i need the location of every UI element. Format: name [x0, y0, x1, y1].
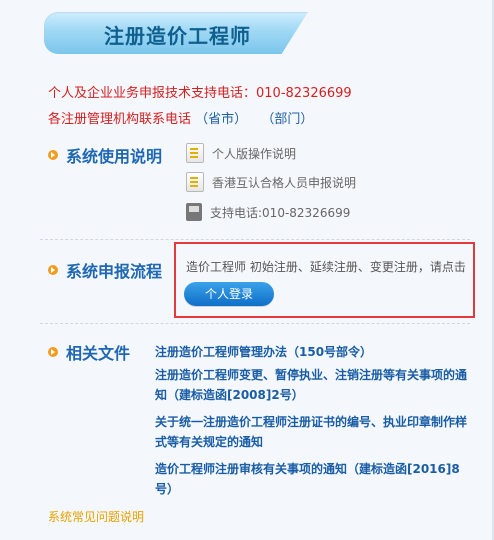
flow-section-title: 系统申报流程 — [48, 258, 162, 282]
flow-instruction-text: 造价工程师 初始注册、延续注册、变更注册，请点击 — [186, 260, 466, 274]
usage-section-title: 系统使用说明 — [48, 143, 162, 167]
agency-contact-line: 各注册管理机构联系电话 （省市） （部门） — [48, 108, 313, 127]
file-link-regulation[interactable]: 注册造价工程师管理办法（150号部令） — [155, 342, 475, 362]
files-title-text: 相关文件 — [66, 344, 131, 363]
faq-link[interactable]: 系统常见问题说明 — [48, 508, 144, 525]
file-link-review-notice[interactable]: 造价工程师注册审核有关事项的通知（建标造函[2016]8号） — [155, 459, 475, 499]
department-link[interactable]: （部门） — [261, 112, 313, 127]
document-icon — [186, 143, 204, 163]
divider — [40, 239, 470, 240]
file-link-certificate-notice[interactable]: 关于统一注册造价工程师注册证书的编号、执业印章制作样式等有关规定的通知 — [155, 412, 475, 452]
support-phone-text: 个人及企业业务申报技术支持电话：010-82326699 — [48, 86, 352, 101]
section-bullet-icon — [48, 347, 58, 357]
files-section-title: 相关文件 — [48, 340, 130, 364]
section-bullet-icon — [48, 265, 58, 275]
divider — [40, 323, 470, 324]
section-bullet-icon — [48, 150, 58, 160]
usage-item-personal-guide[interactable]: 个人版操作说明 — [186, 143, 296, 163]
agency-contact-label: 各注册管理机构联系电话 — [48, 112, 192, 127]
usage-item-label: 个人版操作说明 — [212, 146, 297, 161]
usage-title-text: 系统使用说明 — [66, 147, 163, 166]
usage-item-label: 香港互认合格人员申报说明 — [212, 175, 357, 190]
personal-login-button[interactable]: 个人登录 — [184, 282, 274, 306]
file-link-change-notice[interactable]: 注册造价工程师变更、暂停执业、注销注册等有关事项的通知（建标造函[2008]2号… — [155, 365, 475, 405]
province-link[interactable]: （省市） — [195, 112, 247, 127]
phone-icon — [186, 203, 202, 221]
usage-item-label: 支持电话:010-82326699 — [210, 205, 351, 220]
document-icon — [186, 172, 204, 192]
usage-item-hk-guide[interactable]: 香港互认合格人员申报说明 — [186, 172, 356, 192]
flow-highlight-box — [174, 242, 475, 318]
flow-title-text: 系统申报流程 — [66, 262, 163, 281]
usage-item-support-phone: 支持电话:010-82326699 — [186, 203, 350, 221]
page-title: 注册造价工程师 — [104, 24, 251, 48]
